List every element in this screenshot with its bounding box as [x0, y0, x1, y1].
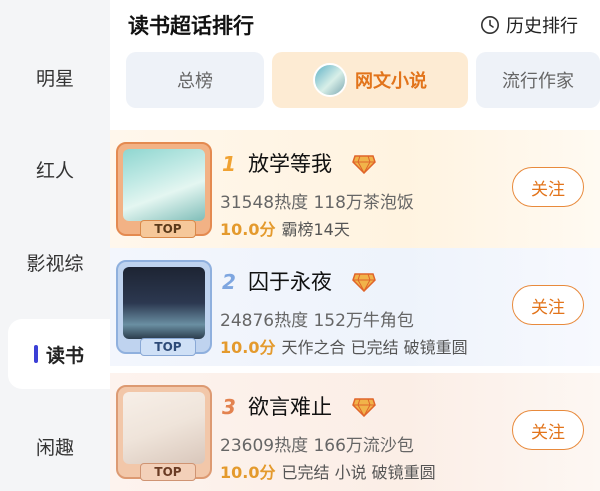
- sidebar-item-label: 闲趣: [35, 436, 74, 459]
- score: 10.0分: [220, 220, 276, 239]
- gem-icon: [352, 155, 376, 174]
- heat-stats: 31548热度 118万茶泡饭: [220, 193, 414, 213]
- tab-label: 流行作家: [502, 71, 574, 92]
- history-ranking-button[interactable]: 历史排行: [480, 12, 578, 38]
- tags: 已完结 小说 破镜重圆: [281, 463, 436, 482]
- sidebar-item-leisure[interactable]: 闲趣: [0, 411, 110, 481]
- ranking-item[interactable]: TOP 2 囚于永夜 24876热度 152万牛角包 10.0分 天作之合 已完结…: [110, 248, 600, 366]
- tab-popular-authors[interactable]: 流行作家: [476, 52, 600, 108]
- sidebar-item-label: 读书: [45, 344, 84, 367]
- book-cover-frame: TOP: [116, 142, 212, 238]
- tab-web-novel[interactable]: 网文小说: [272, 52, 468, 108]
- book-cover-frame: TOP: [116, 260, 212, 356]
- sidebar-item-film-tv[interactable]: 影视综: [0, 227, 110, 297]
- ranking-item[interactable]: TOP 3 欲言难止 23609热度 166万流沙包 10.0分 已完结 小说 破…: [110, 373, 600, 491]
- tab-label: 总榜: [177, 71, 213, 92]
- rank-number: 2: [222, 270, 236, 294]
- sidebar-item-stars[interactable]: 明星: [0, 42, 110, 112]
- heat-stats: 24876热度 152万牛角包: [220, 311, 414, 331]
- rank-number: 1: [222, 152, 236, 176]
- sidebar-item-label: 明星: [35, 67, 74, 90]
- book-title: 囚于永夜: [248, 270, 332, 294]
- follow-button[interactable]: 关注: [512, 285, 584, 325]
- follow-button[interactable]: 关注: [512, 410, 584, 450]
- history-ranking-label: 历史排行: [506, 16, 578, 37]
- book-title: 欲言难止: [248, 395, 332, 419]
- score-line: 10.0分 天作之合 已完结 破镜重圆: [220, 334, 468, 358]
- book-title: 放学等我: [248, 152, 332, 176]
- sidebar-item-label: 影视综: [26, 252, 84, 275]
- sidebar-item-influencers[interactable]: 红人: [0, 134, 110, 204]
- score-line: 10.0分 霸榜14天: [220, 216, 350, 240]
- tab-overall[interactable]: 总榜: [126, 52, 264, 108]
- gem-icon: [352, 273, 376, 292]
- clock-icon: [481, 16, 499, 34]
- rank-number: 3: [222, 395, 236, 419]
- sidebar-item-reading[interactable]: 读书: [8, 319, 110, 389]
- sidebar-item-label: 红人: [35, 159, 74, 182]
- top-badge: TOP: [140, 338, 196, 356]
- score: 10.0分: [220, 338, 276, 357]
- book-cover: [123, 267, 205, 339]
- ranking-item[interactable]: TOP 1 放学等我 31548热度 118万茶泡饭 10.0分 霸榜14天 关注: [110, 130, 600, 248]
- ranking-panel: 读书超话排行 历史排行 总榜 网文小说 流行作家 TOP 1 放学等我 3154…: [110, 0, 600, 491]
- book-cover-frame: TOP: [116, 385, 212, 481]
- follow-button[interactable]: 关注: [512, 167, 584, 207]
- page-title: 读书超话排行: [128, 14, 254, 38]
- ranking-tabs: 总榜 网文小说 流行作家: [126, 52, 600, 110]
- book-cover: [123, 392, 205, 464]
- score: 10.0分: [220, 463, 276, 482]
- tags: 天作之合 已完结 破镜重圆: [281, 338, 468, 357]
- tab-label: 网文小说: [355, 71, 427, 92]
- tags: 霸榜14天: [281, 220, 350, 239]
- top-badge: TOP: [140, 463, 196, 481]
- tab-thumbnail-icon: [313, 63, 347, 97]
- top-badge: TOP: [140, 220, 196, 238]
- active-indicator: [33, 345, 38, 363]
- heat-stats: 23609热度 166万流沙包: [220, 436, 414, 456]
- book-cover: [123, 149, 205, 221]
- score-line: 10.0分 已完结 小说 破镜重圆: [220, 459, 436, 483]
- gem-icon: [352, 398, 376, 417]
- category-sidebar: 明星 红人 影视综 读书 闲趣: [0, 0, 110, 491]
